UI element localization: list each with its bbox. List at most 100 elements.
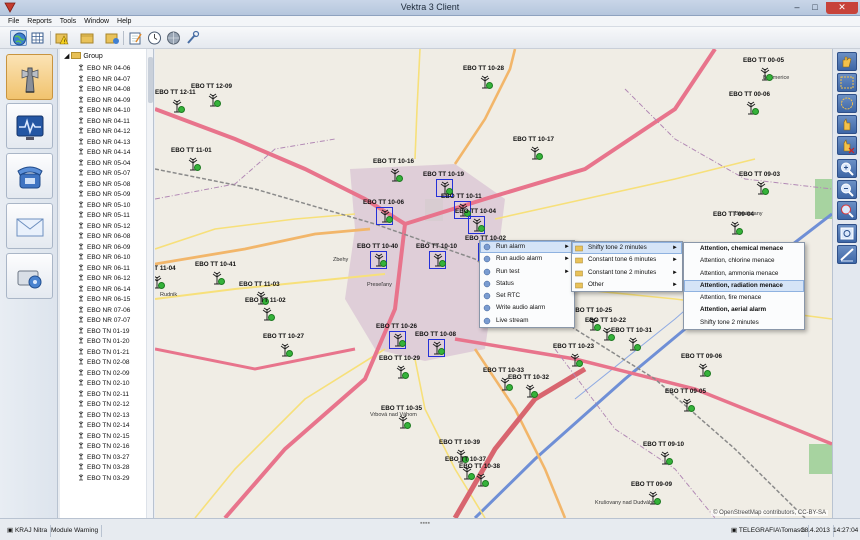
edit-report-button[interactable] bbox=[127, 30, 144, 46]
siren-marker[interactable]: EBO TT 11-02 bbox=[245, 297, 286, 321]
tree-item[interactable]: EBO NR 07-06 bbox=[78, 305, 130, 316]
tree-item[interactable]: EBO NR 05-04 bbox=[78, 158, 130, 169]
select-hand-button[interactable] bbox=[837, 115, 857, 134]
tree-item[interactable]: EBO NR 04-14 bbox=[78, 147, 130, 158]
tree-item[interactable]: EBO TN 02-10 bbox=[78, 378, 130, 389]
tree-item[interactable]: EBO NR 06-14 bbox=[78, 284, 130, 295]
tree-root[interactable]: ◢ Group bbox=[64, 52, 103, 62]
telephone-module-button[interactable] bbox=[6, 153, 53, 199]
menu-item[interactable]: Attention, fire menace bbox=[684, 292, 804, 304]
tree-item[interactable]: EBO NR 06-10 bbox=[78, 252, 130, 263]
menu-item[interactable]: Shifty tone 2 minutes bbox=[684, 317, 804, 329]
tree-item[interactable]: EBO NR 06-12 bbox=[78, 273, 130, 284]
siren-marker[interactable]: EBO TT 10-27 bbox=[263, 333, 304, 357]
tree-scrollbar[interactable] bbox=[146, 49, 153, 518]
menu-file[interactable]: File bbox=[4, 16, 23, 27]
menu-help[interactable]: Help bbox=[113, 16, 135, 27]
siren-marker[interactable]: EBO TT 10-32 bbox=[508, 374, 549, 398]
siren-marker[interactable]: EBO TT 10-04 bbox=[455, 208, 496, 234]
menu-item[interactable]: Run audio alarm ► bbox=[480, 253, 574, 265]
siren-marker[interactable]: EBO TT 10-37 bbox=[445, 456, 486, 480]
siren-marker[interactable]: EBO TT 10-31 bbox=[611, 327, 652, 351]
splitter-grip[interactable]: ▪▪▪▪ bbox=[420, 520, 430, 527]
siren-marker[interactable]: EBO TT 10-22 bbox=[585, 317, 626, 341]
tree-item[interactable]: EBO NR 04-11 bbox=[78, 116, 130, 127]
siren-marker[interactable]: EBO TT 11-01 bbox=[171, 147, 212, 171]
siren-marker[interactable]: EBO TT 10-33 bbox=[483, 367, 524, 391]
tree-item[interactable]: EBO NR 04-08 bbox=[78, 84, 130, 95]
menu-item[interactable]: Attention, ammonia menace bbox=[684, 268, 804, 280]
minimize-button[interactable]: – bbox=[788, 2, 806, 14]
siren-marker[interactable]: EBO TT 10-35 bbox=[381, 405, 422, 429]
menu-window[interactable]: Window bbox=[80, 16, 113, 27]
zoom-out-button[interactable] bbox=[837, 180, 857, 199]
menu-item[interactable]: Attention, radiation menace bbox=[684, 279, 804, 293]
tree-item[interactable]: EBO NR 04-09 bbox=[78, 95, 130, 106]
siren-marker[interactable]: EBO TT 09-09 bbox=[631, 481, 672, 505]
siren-marker[interactable]: EBO TT 10-08 bbox=[415, 331, 456, 357]
warning-module-button[interactable] bbox=[6, 54, 53, 100]
schedule-button[interactable] bbox=[146, 30, 163, 46]
tree-item[interactable]: EBO NR 05-11 bbox=[78, 210, 130, 221]
scrollbar-thumb[interactable] bbox=[148, 57, 153, 103]
siren-marker[interactable]: EBO TT 10-28 bbox=[463, 65, 504, 89]
tree-item[interactable]: EBO NR 04-06 bbox=[78, 63, 130, 74]
menu-item[interactable]: Attention, chemical menace bbox=[684, 243, 804, 255]
map-view[interactable]: Rudnik Zbehy Preseľany Vrbová nad Váhom Kruš… bbox=[155, 49, 832, 518]
tree-item[interactable]: EBO NR 06-11 bbox=[78, 263, 130, 274]
tree-item[interactable]: EBO NR 06-08 bbox=[78, 231, 130, 242]
zoom-extent-button[interactable] bbox=[837, 224, 857, 243]
tree-item[interactable]: EBO NR 07-07 bbox=[78, 315, 130, 326]
tree-item[interactable]: EBO TN 02-15 bbox=[78, 431, 130, 442]
tree-item[interactable]: EBO NR 04-12 bbox=[78, 126, 130, 137]
siren-marker[interactable]: EBO TT 10-06 bbox=[363, 199, 404, 225]
map-view-button[interactable] bbox=[10, 30, 27, 46]
tree-item[interactable]: EBO TN 03-27 bbox=[78, 452, 130, 463]
menu-item[interactable]: Write audio alarm bbox=[480, 302, 574, 314]
menu-item[interactable]: Other ► bbox=[572, 279, 682, 291]
tree-item[interactable]: EBO TN 02-11 bbox=[78, 389, 130, 400]
tree-item[interactable]: EBO NR 06-09 bbox=[78, 242, 130, 253]
select-circle-button[interactable] bbox=[837, 94, 857, 113]
info-folder-button[interactable] bbox=[104, 30, 121, 46]
menu-item[interactable]: Shifty tone 2 minutes ► bbox=[572, 242, 682, 255]
settings-module-button[interactable] bbox=[6, 253, 53, 299]
tree-item[interactable]: EBO NR 05-10 bbox=[78, 200, 130, 211]
siren-marker[interactable]: EBO TT 10-41 bbox=[195, 261, 236, 285]
tree-item[interactable]: EBO TN 03-29 bbox=[78, 473, 130, 484]
siren-marker[interactable]: EBO TT 12-09 bbox=[191, 83, 232, 107]
tree-item[interactable]: EBO TN 02-14 bbox=[78, 420, 130, 431]
settings-tool-button[interactable] bbox=[184, 30, 201, 46]
menu-item[interactable]: Attention, aerial alarm bbox=[684, 304, 804, 316]
select-rect-button[interactable] bbox=[837, 73, 857, 92]
tree-item[interactable]: EBO NR 05-09 bbox=[78, 189, 130, 200]
siren-marker[interactable]: EBO TT 12-11 bbox=[155, 89, 196, 113]
open-folder-button[interactable] bbox=[79, 30, 96, 46]
tree-item[interactable]: EBO TN 02-16 bbox=[78, 441, 130, 452]
siren-marker[interactable]: EBO TT 09-10 bbox=[643, 441, 684, 465]
tree-item[interactable]: EBO NR 05-07 bbox=[78, 168, 130, 179]
menu-item[interactable]: Status bbox=[480, 278, 574, 290]
menu-item[interactable]: Run test ► bbox=[480, 266, 574, 278]
pan-tool-button[interactable] bbox=[837, 52, 857, 71]
tree-item[interactable]: EBO NR 06-15 bbox=[78, 294, 130, 305]
menu-item[interactable]: Constant tone 2 minutes ► bbox=[572, 267, 682, 279]
siren-marker[interactable]: EBO TT 00-05 bbox=[743, 57, 784, 81]
tree-item[interactable]: EBO NR 05-12 bbox=[78, 221, 130, 232]
siren-marker[interactable]: EBO TT 09-06 bbox=[681, 353, 722, 377]
siren-marker[interactable]: EBO TT 09-03 bbox=[739, 171, 780, 195]
siren-marker[interactable]: EBO TT 10-23 bbox=[553, 343, 594, 367]
grid-view-button[interactable] bbox=[29, 30, 46, 46]
maximize-button[interactable]: □ bbox=[806, 2, 824, 14]
siren-marker[interactable]: EBO TT 10-25 bbox=[571, 307, 612, 331]
menu-item[interactable]: Live stream bbox=[480, 315, 574, 327]
tree-item[interactable]: EBO TN 01-19 bbox=[78, 326, 130, 337]
messages-module-button[interactable] bbox=[6, 203, 53, 249]
measure-button[interactable] bbox=[837, 245, 857, 264]
siren-marker[interactable]: EBO TT 10-16 bbox=[373, 158, 414, 182]
siren-marker[interactable]: EBO TT 09-04 bbox=[713, 211, 754, 235]
menu-item[interactable]: Attention, chlorine menace bbox=[684, 255, 804, 267]
siren-marker[interactable]: EBO TT 10-11 bbox=[441, 193, 482, 219]
menu-item[interactable]: Constant tone 6 minutes ► bbox=[572, 254, 682, 266]
menu-reports[interactable]: Reports bbox=[23, 16, 56, 27]
